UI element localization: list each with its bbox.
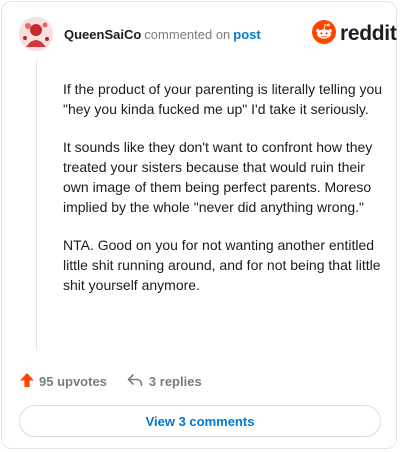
user-avatar[interactable] xyxy=(19,17,53,51)
reddit-logo[interactable]: reddit xyxy=(312,19,397,49)
replies-count: 3 replies xyxy=(148,373,202,389)
comment-card: QueenSaiCo commented on post reddit If the… xyxy=(1,1,397,449)
post-link[interactable]: post xyxy=(233,27,260,42)
comment-body: If the product of your parenting is lite… xyxy=(63,79,385,313)
username[interactable]: QueenSaiCo xyxy=(64,27,141,42)
comment-actions: 95 upvotes 3 replies xyxy=(19,371,202,391)
view-comments-button[interactable]: View 3 comments xyxy=(19,405,381,437)
comment-paragraph: NTA. Good on you for not wanting another… xyxy=(63,237,381,293)
upvote-count: 95 upvotes xyxy=(39,373,107,389)
reddit-snoo-icon xyxy=(312,19,336,49)
commented-label: commented on xyxy=(144,27,231,42)
comment-header: QueenSaiCo commented on post xyxy=(64,27,261,43)
replies-button[interactable]: 3 replies xyxy=(127,373,202,390)
comment-paragraph: If the product of your parenting is lite… xyxy=(63,81,383,117)
comment-paragraph: It sounds like they don't want to confro… xyxy=(63,139,373,215)
reddit-wordmark: reddit xyxy=(340,22,397,45)
reply-arrow-icon xyxy=(127,373,149,390)
upvote-arrow-icon xyxy=(19,372,39,391)
upvote-button[interactable]: 95 upvotes xyxy=(19,372,107,391)
thread-line xyxy=(36,60,37,350)
